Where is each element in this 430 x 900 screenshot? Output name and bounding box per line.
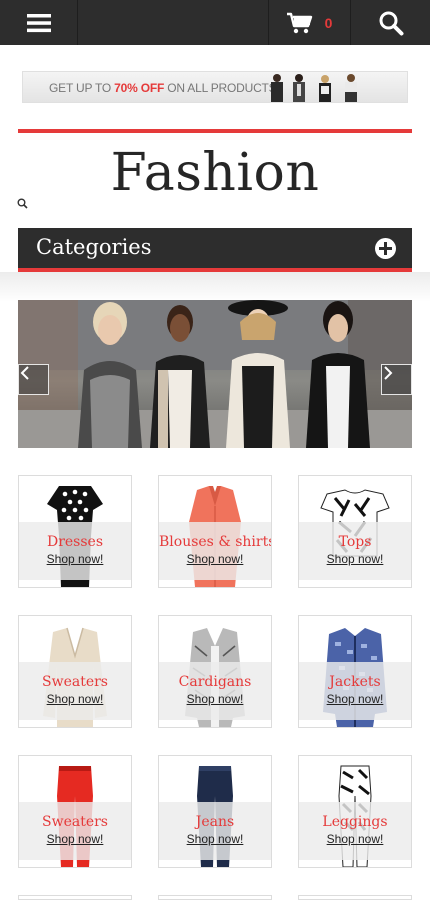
top-bar-spacer	[78, 0, 269, 45]
slider-next-button[interactable]	[381, 364, 412, 395]
card-title: Blouses & shirts	[159, 534, 272, 550]
category-card-jackets[interactable]: Jackets Shop now!	[298, 615, 412, 728]
shop-now-link[interactable]: Shop now!	[19, 552, 131, 566]
category-card-tops[interactable]: Tops Shop now!	[298, 475, 412, 588]
card-overlay	[159, 802, 271, 860]
card-title: Sweaters	[42, 814, 108, 830]
card-overlay	[299, 662, 411, 720]
category-card-blouses-shirts[interactable]: Blouses & shirts Shop now!	[158, 475, 272, 588]
shop-now-link[interactable]: Shop now!	[299, 832, 411, 846]
card-overlay	[19, 802, 131, 860]
category-card-sweaters[interactable]: Sweaters Shop now!	[18, 615, 132, 728]
menu-button[interactable]	[0, 0, 78, 45]
cart-button[interactable]: 0	[269, 0, 351, 45]
search-button[interactable]	[351, 0, 430, 45]
search-icon	[17, 198, 28, 209]
hamburger-icon	[26, 13, 51, 32]
card-overlay	[299, 802, 411, 860]
card-overlay	[19, 662, 131, 720]
chevron-right-icon	[384, 366, 393, 380]
cart-count-badge: 0	[324, 14, 333, 31]
categories-bar[interactable]: Categories	[18, 228, 412, 272]
promo-discount: 70% OFF	[114, 81, 165, 95]
shop-now-link[interactable]: Shop now!	[19, 692, 131, 706]
shop-now-link[interactable]: Shop now!	[159, 552, 271, 566]
card-overlay	[19, 522, 131, 580]
card-overlay	[159, 522, 271, 580]
card-title: Tops	[338, 534, 372, 550]
category-card-sweaters-2[interactable]: Sweaters Shop now!	[18, 755, 132, 868]
card-title: Dresses	[46, 534, 104, 550]
shop-now-link[interactable]: Shop now!	[159, 692, 271, 706]
card-title: Jackets	[329, 674, 381, 690]
category-card-partial[interactable]	[298, 895, 412, 900]
card-title: Cardigans	[178, 674, 252, 690]
site-logo[interactable]: Fashion	[0, 143, 430, 203]
promo-banner[interactable]: GET UP TO 70% OFF ON ALL PRODUCTS	[22, 71, 408, 103]
category-card-leggings[interactable]: Leggings Shop now!	[298, 755, 412, 868]
card-title: Jeans	[195, 814, 235, 830]
chevron-left-icon	[20, 366, 29, 380]
promo-text: GET UP TO 70% OFF ON ALL PRODUCTS	[49, 81, 277, 95]
slider-prev-button[interactable]	[18, 364, 49, 395]
category-card-jeans[interactable]: Jeans Shop now!	[158, 755, 272, 868]
card-title: Sweaters	[42, 674, 108, 690]
category-card-dresses[interactable]: Dresses Shop now!	[18, 475, 132, 588]
cart-icon	[286, 12, 312, 33]
promo-suffix: ON ALL PRODUCTS	[164, 81, 277, 95]
category-card-cardigans[interactable]: Cardigans Shop now!	[158, 615, 272, 728]
shop-now-link[interactable]: Shop now!	[299, 692, 411, 706]
category-card-partial[interactable]	[18, 895, 132, 900]
logo-divider	[18, 129, 412, 133]
search-icon	[379, 11, 403, 35]
shop-now-link[interactable]: Shop now!	[159, 832, 271, 846]
shop-now-link[interactable]: Shop now!	[299, 552, 411, 566]
card-title: Leggings	[322, 814, 388, 830]
small-search-button[interactable]	[17, 196, 28, 214]
promo-prefix: GET UP TO	[49, 81, 115, 95]
top-nav-bar: 0	[0, 0, 430, 45]
card-overlay	[299, 522, 411, 580]
categories-title: Categories	[36, 235, 152, 259]
plus-icon[interactable]	[375, 238, 396, 259]
slider-image	[18, 300, 412, 448]
category-card-partial[interactable]	[158, 895, 272, 900]
section-fade	[0, 272, 430, 302]
card-overlay	[159, 662, 271, 720]
shop-now-link[interactable]: Shop now!	[19, 832, 131, 846]
hero-slider[interactable]	[18, 300, 412, 448]
banner-models-image	[271, 74, 357, 102]
